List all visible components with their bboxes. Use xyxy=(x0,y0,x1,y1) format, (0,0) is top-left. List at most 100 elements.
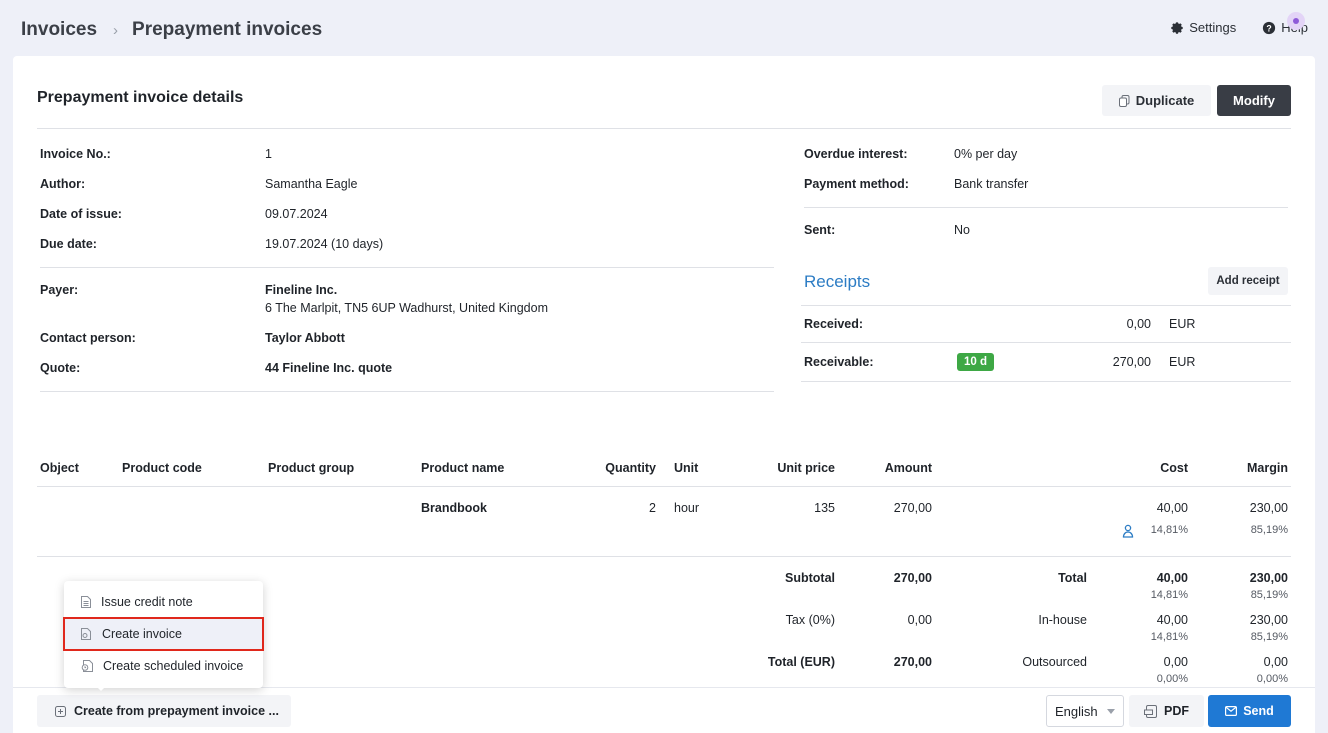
author-label: Author: xyxy=(40,177,86,191)
total-label: Total xyxy=(1058,571,1087,585)
payment-method-value: Bank transfer xyxy=(954,177,1029,191)
row-unit: hour xyxy=(674,501,700,515)
tax-label: Tax (0%) xyxy=(785,613,835,627)
column-header-quantity[interactable]: Quantity xyxy=(580,461,656,475)
total-eur-value: 270,00 xyxy=(893,655,932,669)
column-header-amount[interactable]: Amount xyxy=(852,461,932,475)
total-margin-percent: 85,19% xyxy=(1250,589,1288,601)
in-house-label: In-house xyxy=(1038,613,1087,627)
row-cost-percent: 14,81% xyxy=(1150,524,1188,536)
notification-dot-icon xyxy=(1287,12,1305,30)
create-from-prepayment-button[interactable]: Create from prepayment invoice ... xyxy=(37,695,291,727)
column-header-margin[interactable]: Margin xyxy=(1200,461,1288,475)
column-header-product-code[interactable]: Product code xyxy=(122,461,202,475)
send-label: Send xyxy=(1243,704,1274,718)
outsourced-cost: 0,00 xyxy=(1163,655,1188,669)
in-house-cost-percent: 14,81% xyxy=(1150,631,1188,643)
divider xyxy=(37,128,1291,129)
copy-icon xyxy=(1118,94,1130,107)
outsourced-margin: 0,00 xyxy=(1263,655,1288,669)
modify-button[interactable]: Modify xyxy=(1217,85,1291,116)
chevron-down-icon xyxy=(1107,709,1115,714)
contact-person-value: Taylor Abbott xyxy=(265,331,345,345)
date-of-issue-label: Date of issue: xyxy=(40,207,122,221)
settings-button[interactable]: Settings xyxy=(1170,20,1236,35)
sent-value: No xyxy=(954,223,970,237)
help-icon: ? xyxy=(1263,21,1276,34)
plus-square-icon xyxy=(55,705,66,717)
due-date-label: Due date: xyxy=(40,237,97,251)
column-header-object[interactable]: Object xyxy=(40,461,79,475)
overdue-interest-label: Overdue interest: xyxy=(804,147,908,161)
menu-pointer xyxy=(95,685,107,691)
invoice-no-label: Invoice No.: xyxy=(40,147,111,161)
outsourced-margin-percent: 0,00% xyxy=(1256,673,1288,685)
in-house-margin: 230,00 xyxy=(1249,613,1288,627)
column-header-product-name[interactable]: Product name xyxy=(421,461,504,475)
invoice-icon xyxy=(81,628,91,640)
envelope-icon xyxy=(1225,706,1238,716)
row-margin-percent: 85,19% xyxy=(1250,524,1288,536)
language-select[interactable]: English xyxy=(1046,695,1124,727)
menu-item-create-invoice[interactable]: Create invoice xyxy=(63,617,264,651)
send-button[interactable]: Send xyxy=(1208,695,1291,727)
due-date-value: 19.07.2024 (10 days) xyxy=(265,237,384,251)
column-header-cost[interactable]: Cost xyxy=(1100,461,1188,475)
payer-name: Fineline Inc. xyxy=(265,283,338,297)
row-cost: 40,00 xyxy=(1156,501,1188,515)
row-quantity: 2 xyxy=(649,501,656,515)
tax-value: 0,00 xyxy=(907,613,932,627)
received-amount: 0,00 xyxy=(1126,317,1151,331)
received-label: Received: xyxy=(804,317,864,331)
pdf-file-icon xyxy=(1144,704,1157,718)
sent-label: Sent: xyxy=(804,223,836,237)
svg-text:?: ? xyxy=(1267,23,1272,33)
outsourced-cost-percent: 0,00% xyxy=(1156,673,1188,685)
divider xyxy=(40,391,774,392)
breadcrumb: Invoices › Prepayment invoices xyxy=(21,19,322,41)
total-cost-percent: 14,81% xyxy=(1150,589,1188,601)
invoice-no-value: 1 xyxy=(265,147,272,161)
due-days-badge: 10 d xyxy=(957,353,994,371)
document-icon xyxy=(81,596,91,608)
duplicate-button[interactable]: Duplicate xyxy=(1102,85,1211,116)
total-margin: 230,00 xyxy=(1249,571,1288,585)
date-of-issue-value: 09.07.2024 xyxy=(265,207,328,221)
pdf-button[interactable]: PDF xyxy=(1129,695,1204,727)
payer-label: Payer: xyxy=(40,283,79,297)
menu-item-issue-credit-note[interactable]: Issue credit note xyxy=(64,586,263,618)
quote-label: Quote: xyxy=(40,361,81,375)
total-eur-label: Total (EUR) xyxy=(767,655,835,669)
breadcrumb-current: Prepayment invoices xyxy=(132,19,323,40)
payer-address: 6 The Marlpit, TN5 6UP Wadhurst, United … xyxy=(265,301,549,315)
column-header-unit-price[interactable]: Unit price xyxy=(745,461,835,475)
create-from-prepayment-label: Create from prepayment invoice ... xyxy=(74,704,279,718)
outsourced-label: Outsourced xyxy=(1022,655,1087,669)
duplicate-label: Duplicate xyxy=(1135,93,1195,108)
divider xyxy=(801,342,1291,343)
divider xyxy=(801,381,1291,382)
breadcrumb-root-link[interactable]: Invoices xyxy=(21,19,97,41)
column-header-product-group[interactable]: Product group xyxy=(268,461,354,475)
gear-icon xyxy=(1171,21,1183,34)
overdue-interest-value: 0% per day xyxy=(954,147,1018,161)
menu-item-create-scheduled-invoice[interactable]: Create scheduled invoice xyxy=(64,650,263,682)
total-cost: 40,00 xyxy=(1156,571,1188,585)
divider xyxy=(804,207,1288,208)
divider xyxy=(37,486,1291,487)
divider xyxy=(40,267,774,268)
received-currency: EUR xyxy=(1169,317,1196,331)
contact-person-label: Contact person: xyxy=(40,331,136,345)
row-unit-price: 135 xyxy=(814,501,835,515)
subtotal-label: Subtotal xyxy=(785,571,835,585)
add-receipt-button[interactable]: Add receipt xyxy=(1208,267,1288,295)
column-header-unit[interactable]: Unit xyxy=(674,461,698,475)
quote-value[interactable]: 44 Fineline Inc. quote xyxy=(265,361,392,375)
in-house-cost: 40,00 xyxy=(1156,613,1188,627)
page-title: Prepayment invoice details xyxy=(37,89,244,106)
top-actions: Settings ? Help xyxy=(1144,20,1308,35)
menu-item-label: Issue credit note xyxy=(101,595,193,609)
row-margin: 230,00 xyxy=(1249,501,1288,515)
menu-item-label: Create invoice xyxy=(102,627,182,641)
row-product-name: Brandbook xyxy=(421,501,487,515)
